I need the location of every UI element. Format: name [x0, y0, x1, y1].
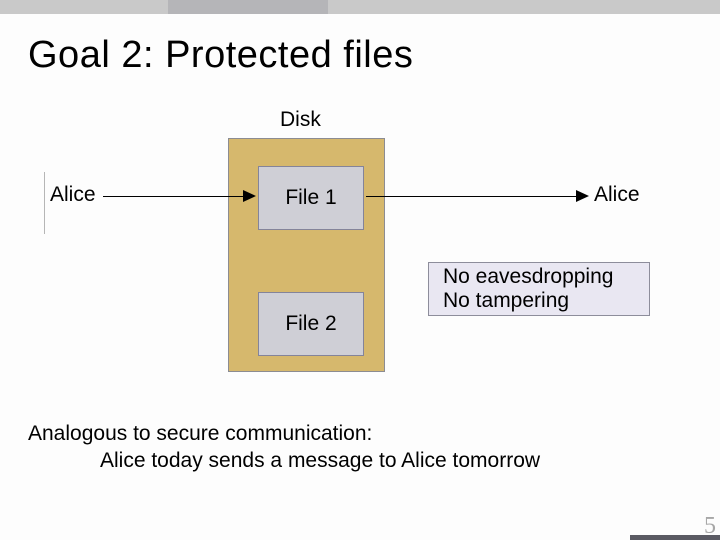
arrow-disk-to-alice-head	[576, 190, 589, 202]
file1-box: File 1	[258, 166, 364, 230]
top-bar	[0, 0, 720, 14]
body-text: Analogous to secure communication: Alice…	[28, 420, 540, 475]
security-callout: No eavesdropping No tampering	[428, 262, 650, 316]
page-number: 5	[704, 513, 716, 540]
arrow-disk-to-alice	[366, 196, 576, 197]
top-bar-accent	[168, 0, 328, 14]
arrow-alice-to-disk	[103, 196, 243, 197]
disk-label: Disk	[280, 108, 321, 132]
alice-left-marker	[44, 172, 45, 234]
alice-left-label: Alice	[50, 183, 96, 207]
body-line1: Analogous to secure communication:	[28, 422, 372, 445]
file2-box: File 2	[258, 292, 364, 356]
body-line2: Alice today sends a message to Alice tom…	[28, 447, 540, 474]
arrow-alice-to-disk-head	[243, 190, 256, 202]
slide-title: Goal 2: Protected files	[28, 34, 413, 77]
callout-line1: No eavesdropping	[443, 265, 635, 289]
callout-line2: No tampering	[443, 289, 635, 313]
alice-right-label: Alice	[594, 183, 640, 207]
